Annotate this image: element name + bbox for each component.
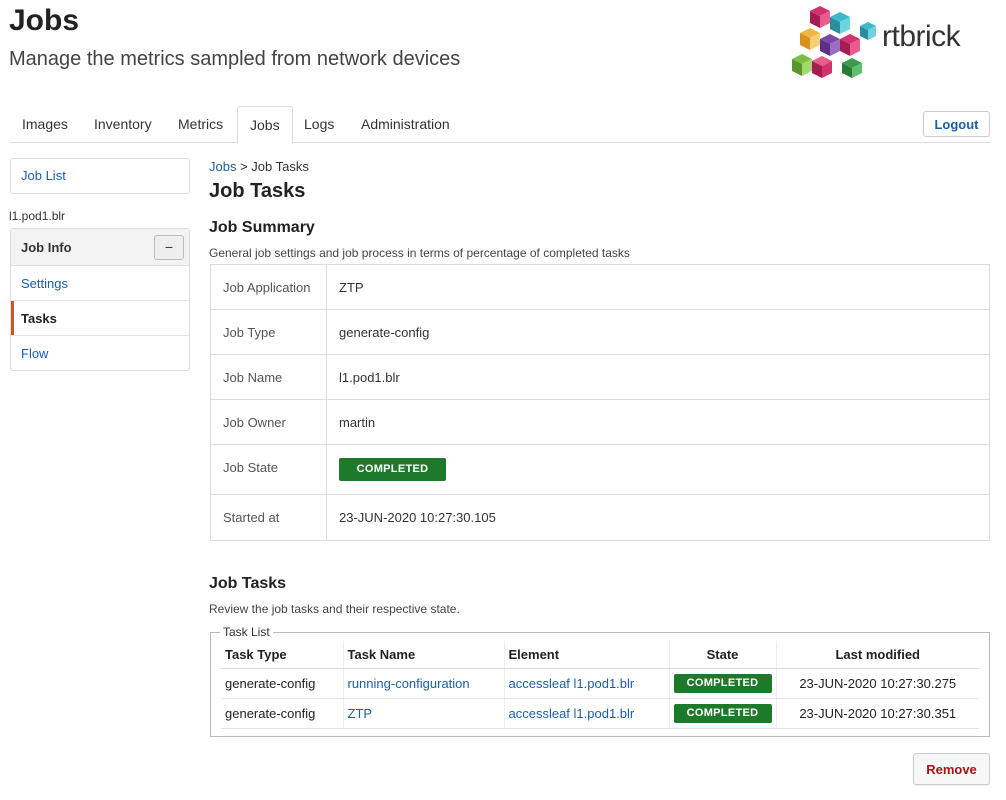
logo-cubes-icon [792,6,876,78]
task-type: generate-config [221,668,343,699]
job-summary-title: Job Summary [209,219,315,236]
table-row: generate-config ZTP accessleaf l1.pod1.b… [221,698,979,729]
summary-value: ZTP [326,264,990,310]
remove-button[interactable]: Remove [913,753,990,785]
summary-value: generate-config [326,309,990,355]
col-state: State [668,641,776,669]
job-summary-table: Job Application ZTP Job Type generate-co… [210,264,990,541]
summary-label: Job Name [210,354,327,400]
sidebar-job-name: l1.pod1.blr [9,209,66,223]
summary-label: Job Owner [210,399,327,445]
breadcrumb-current: Job Tasks [251,159,309,174]
page-title: Jobs [9,4,80,37]
task-list-fieldset: Task List Task Type Task Name Element St… [210,625,990,737]
col-task-name: Task Name [342,641,504,669]
sidebar-item-tasks[interactable]: Tasks [11,301,189,336]
task-name-link[interactable]: running-configuration [348,676,470,691]
tab-logs[interactable]: Logs [292,106,346,143]
tab-metrics[interactable]: Metrics [166,106,235,143]
summary-label: Job Type [210,309,327,355]
element-link[interactable]: accessleaf l1.pod1.blr [509,706,635,721]
element-link[interactable]: accessleaf l1.pod1.blr [509,676,635,691]
sidebar-job-list[interactable]: Job List [10,158,190,194]
task-table: Task Type Task Name Element State Last m… [221,641,979,729]
table-row: generate-config running-configuration ac… [221,668,979,699]
task-last-modified: 23-JUN-2020 10:27:30.351 [775,698,979,729]
summary-value: 23-JUN-2020 10:27:30.105 [326,494,990,541]
job-info-header: Job Info − [11,229,189,266]
page-subtitle: Manage the metrics sampled from network … [9,48,461,70]
collapse-button[interactable]: − [154,235,184,260]
job-summary-description: General job settings and job process in … [209,246,630,260]
summary-label: Started at [210,494,327,541]
col-task-type: Task Type [221,641,343,669]
summary-row: Job Type generate-config [210,309,990,355]
job-tasks-title: Job Tasks [209,575,287,592]
logout-button[interactable]: Logout [923,111,990,137]
task-table-header: Task Type Task Name Element State Last m… [221,641,979,669]
summary-value: martin [326,399,990,445]
sidebar-item-settings[interactable]: Settings [11,266,189,301]
job-tasks-description: Review the job tasks and their respectiv… [209,602,460,616]
task-last-modified: 23-JUN-2020 10:27:30.275 [775,668,979,699]
breadcrumb: Jobs > Job Tasks [209,159,309,174]
summary-value: COMPLETED [326,444,990,495]
summary-row: Job Application ZTP [210,264,990,310]
task-type: generate-config [221,698,343,729]
breadcrumb-jobs-link[interactable]: Jobs [209,159,236,174]
task-state-badge: COMPLETED [673,703,772,723]
tab-images[interactable]: Images [10,106,80,143]
sidebar-item-flow[interactable]: Flow [11,336,189,370]
summary-row: Started at 23-JUN-2020 10:27:30.105 [210,494,990,541]
summary-label: Job Application [210,264,327,310]
tab-administration[interactable]: Administration [349,106,462,143]
content-title: Job Tasks [209,180,306,202]
col-element: Element [503,641,669,669]
tab-inventory[interactable]: Inventory [82,106,164,143]
main-tabs: Images Inventory Metrics Jobs Logs Admin… [10,106,990,144]
task-name-link[interactable]: ZTP [348,706,373,721]
task-list-legend: Task List [220,625,273,639]
summary-row: Job State COMPLETED [210,444,990,495]
summary-row: Job Name l1.pod1.blr [210,354,990,400]
job-info-title: Job Info [21,240,72,255]
tab-jobs[interactable]: Jobs [237,106,293,144]
summary-label: Job State [210,444,327,495]
logo-text: rtbrick [882,20,961,53]
job-list-link[interactable]: Job List [21,168,66,183]
job-state-badge: COMPLETED [339,458,446,481]
col-last-modified: Last modified [775,641,979,669]
summary-value: l1.pod1.blr [326,354,990,400]
task-state-badge: COMPLETED [673,673,772,693]
job-info-panel: Job Info − Settings Tasks Flow [10,228,190,371]
breadcrumb-separator: > [236,159,252,174]
summary-row: Job Owner martin [210,399,990,445]
